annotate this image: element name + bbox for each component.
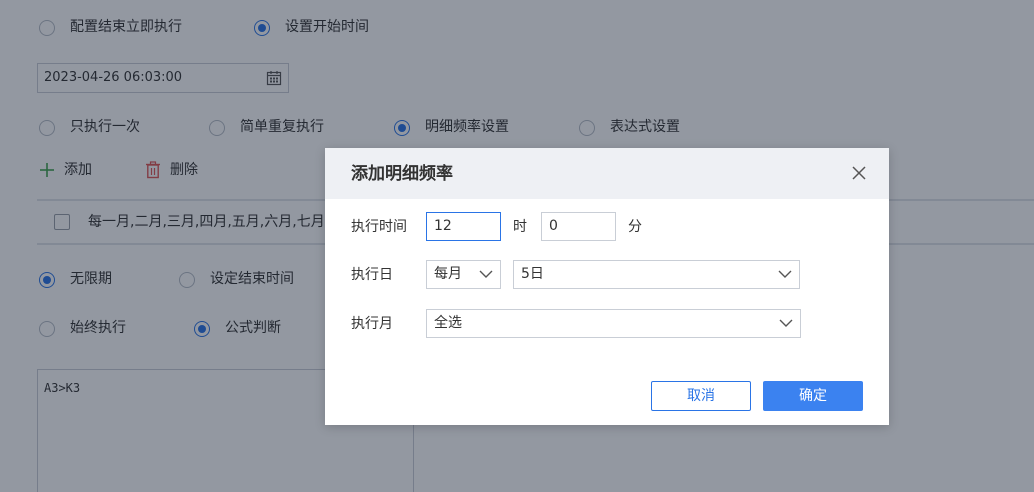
- add-frequency-dialog: 添加明细频率 执行时间 12 时 0 分 执行日 每月 5日 执行月 全选 取消…: [325, 148, 889, 425]
- minute-unit: 分: [628, 219, 642, 235]
- chevron-down-icon: [778, 270, 792, 278]
- confirm-button[interactable]: 确定: [763, 381, 863, 411]
- hour-input[interactable]: 12: [426, 212, 501, 241]
- month-select[interactable]: 全选: [426, 309, 801, 338]
- day-value: 5日: [521, 266, 544, 282]
- exec-time-label: 执行时间: [351, 219, 407, 235]
- exec-month-label: 执行月: [351, 316, 393, 332]
- exec-day-label: 执行日: [351, 267, 393, 283]
- chevron-down-icon: [479, 270, 493, 278]
- minute-input[interactable]: 0: [541, 212, 616, 241]
- cancel-button[interactable]: 取消: [651, 381, 751, 411]
- hour-unit: 时: [513, 219, 527, 235]
- close-icon[interactable]: [849, 163, 869, 183]
- minute-value: 0: [549, 218, 558, 234]
- chevron-down-icon: [779, 319, 793, 327]
- month-value: 全选: [434, 315, 462, 331]
- day-period-value: 每月: [434, 266, 462, 282]
- hour-value: 12: [434, 218, 452, 234]
- day-select[interactable]: 5日: [513, 260, 800, 289]
- dialog-title: 添加明细频率: [351, 164, 453, 184]
- day-period-select[interactable]: 每月: [426, 260, 501, 289]
- dialog-header: 添加明细频率: [325, 148, 889, 199]
